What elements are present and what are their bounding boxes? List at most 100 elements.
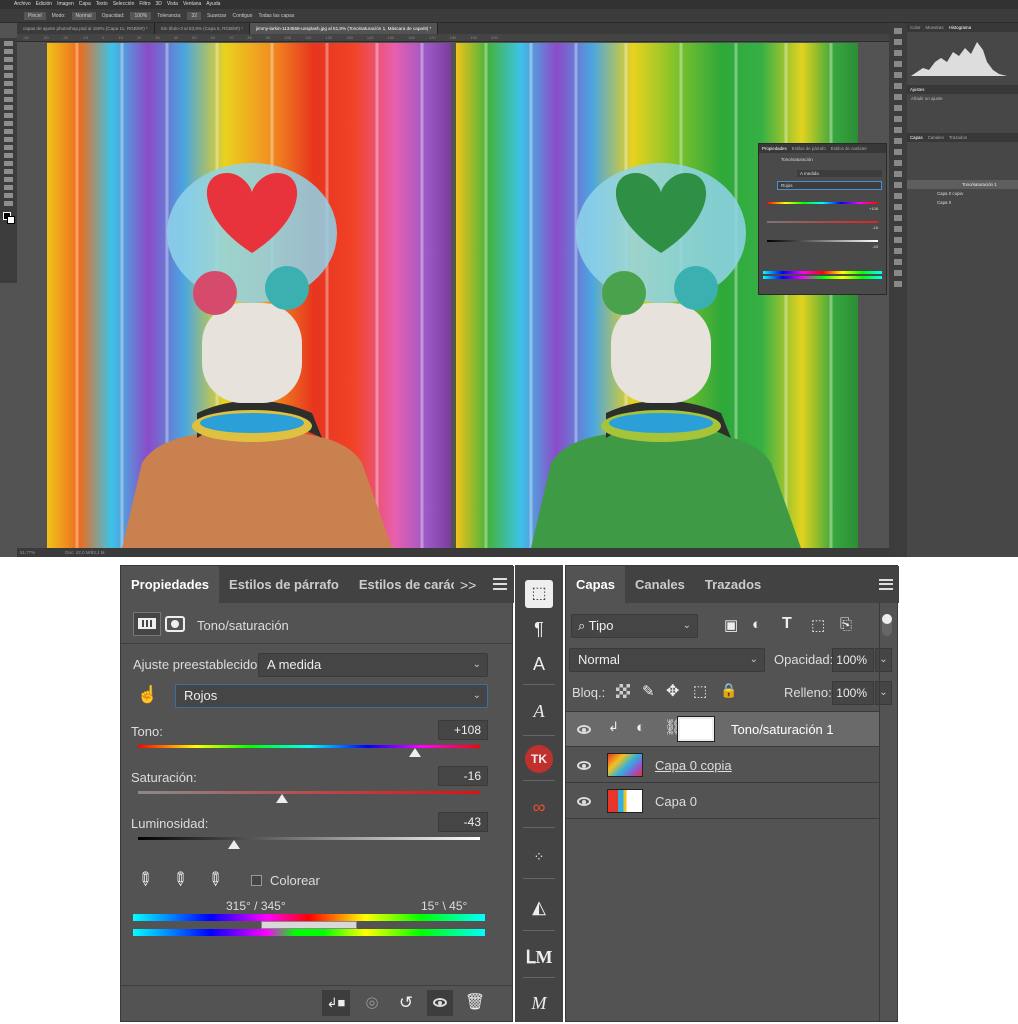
canvas-original[interactable] xyxy=(47,43,451,548)
menu-capa[interactable]: Capa xyxy=(79,0,91,9)
menu-vista[interactable]: Vista xyxy=(167,0,178,9)
mini-layer-tono[interactable]: Tono/saturación 1 xyxy=(907,180,1018,189)
dock-icon[interactable] xyxy=(894,259,902,265)
lock-all-icon[interactable]: 🔒 xyxy=(720,682,737,699)
colorize-checkbox[interactable] xyxy=(251,875,262,886)
tab-capas[interactable]: Capas xyxy=(566,566,626,603)
lum-track[interactable] xyxy=(138,837,480,840)
color-swatches[interactable] xyxy=(2,212,15,224)
filter-shape-icon[interactable]: ⬚ xyxy=(811,616,825,634)
filter-type-icon[interactable]: T xyxy=(782,615,792,633)
lm-plugin-icon[interactable]: ⅬM xyxy=(525,943,553,971)
lum-slider-thumb[interactable] xyxy=(227,840,240,849)
dock-icon[interactable] xyxy=(894,193,902,199)
contiguous-checkbox[interactable]: Contiguo xyxy=(232,9,252,22)
menu-filtro[interactable]: Filtro xyxy=(139,0,150,9)
dock-icon[interactable] xyxy=(894,226,902,232)
move-tool-icon[interactable] xyxy=(4,41,13,46)
zoom-tool-icon[interactable] xyxy=(4,193,13,198)
tab-estilos-parrafo[interactable]: Estilos de párrafo xyxy=(219,566,349,603)
path-select-icon[interactable] xyxy=(4,169,13,174)
filter-kind-select[interactable]: ⌕ Tipo ⌄ xyxy=(571,614,698,638)
dock-icon[interactable] xyxy=(894,182,902,188)
more-tabs-button[interactable]: >> xyxy=(460,577,476,593)
filter-pixel-icon[interactable]: ▣ xyxy=(724,616,738,634)
panel-menu-icon[interactable] xyxy=(493,578,507,590)
view-previous-state-icon[interactable]: ◎ xyxy=(359,990,385,1016)
type-tool-icon[interactable] xyxy=(4,161,13,166)
lock-pixels-icon[interactable]: ✎ xyxy=(642,682,655,700)
fill-dropdown-icon[interactable]: ⌄ xyxy=(875,681,892,705)
delete-icon[interactable]: 🗑 xyxy=(462,990,488,1016)
hand-tool-icon[interactable] xyxy=(4,185,13,190)
mini-tab-canales[interactable]: Canales xyxy=(928,133,944,142)
sat-slider-thumb[interactable] xyxy=(275,794,288,803)
shape-plugin-icon[interactable]: ◭ xyxy=(525,893,553,921)
float-tab-parrafo[interactable]: Estilos de párrafo xyxy=(792,144,826,153)
opacity-field[interactable]: 100% xyxy=(832,648,874,672)
menu-archivo[interactable]: Archivo xyxy=(14,0,31,9)
dock-icon[interactable] xyxy=(894,72,902,78)
adjustment-icons[interactable] xyxy=(907,103,1018,133)
quick-select-tool-icon[interactable] xyxy=(4,65,13,70)
targeted-adjust-hand-icon[interactable]: ☝ xyxy=(137,685,158,707)
dock-icon[interactable] xyxy=(894,61,902,67)
sat-field[interactable]: -16 xyxy=(438,766,488,786)
filter-adjustment-icon[interactable]: ◐ xyxy=(752,616,761,633)
eyedropper-minus-icon[interactable]: ✎ xyxy=(202,867,227,893)
eyedropper-icon[interactable]: ✎ xyxy=(132,867,157,893)
menu-ayuda[interactable]: Ayuda xyxy=(206,0,220,9)
dock-icon[interactable] xyxy=(894,138,902,144)
blur-tool-icon[interactable] xyxy=(4,137,13,142)
dodge-tool-icon[interactable] xyxy=(4,145,13,150)
layer-row-capa0-copia[interactable]: Capa 0 copia xyxy=(566,748,879,783)
filter-smart-object-icon[interactable]: ⎘ xyxy=(840,616,852,633)
eyedropper-tool-icon[interactable] xyxy=(4,81,13,86)
tab-ajustes[interactable]: Ajustes xyxy=(910,85,924,94)
preset-select[interactable]: A medida ⌄ xyxy=(258,653,488,677)
zoom-readout[interactable]: 51,77% xyxy=(20,548,35,557)
lasso-tool-icon[interactable] xyxy=(4,57,13,62)
menu-edicion[interactable]: Edición xyxy=(36,0,52,9)
eye-icon[interactable] xyxy=(577,797,591,806)
dock-icon[interactable] xyxy=(894,248,902,254)
menu-seleccion[interactable]: Selección xyxy=(113,0,135,9)
dock-icon[interactable] xyxy=(894,28,902,34)
filter-toggle[interactable] xyxy=(882,614,892,636)
dock-icon[interactable] xyxy=(894,237,902,243)
lock-transparency-icon[interactable] xyxy=(616,684,630,698)
dock-icon[interactable] xyxy=(894,215,902,221)
doc-tab-1[interactable]: capas de ajuste photoshop.psd al 150% (C… xyxy=(17,23,155,34)
canvas-adjusted[interactable] xyxy=(456,43,858,548)
tab-histograma[interactable]: Histograma xyxy=(949,23,971,32)
tk-plugin-icon[interactable]: TK xyxy=(525,745,553,773)
libraries-icon[interactable]: ⬚ xyxy=(525,580,553,608)
opacity-field[interactable]: 100% xyxy=(130,12,152,20)
doc-tab-3[interactable]: jimmy-larkin-1134558-unsplash.jpg al 51,… xyxy=(250,23,439,34)
dock-icon[interactable] xyxy=(894,39,902,45)
opacity-dropdown-icon[interactable]: ⌄ xyxy=(875,648,892,672)
fill-field[interactable]: 100% xyxy=(832,681,874,705)
float-tab-caracter[interactable]: Estilos de carácter xyxy=(831,144,867,153)
crop-tool-icon[interactable] xyxy=(4,73,13,78)
dock-icon[interactable] xyxy=(894,149,902,155)
stamp-tool-icon[interactable] xyxy=(4,105,13,110)
blend-mode-select[interactable]: Normal ⌄ xyxy=(569,648,765,672)
shape-tool-icon[interactable] xyxy=(4,177,13,182)
mode-select[interactable]: Normal xyxy=(71,12,96,20)
menu-texto[interactable]: Texto xyxy=(96,0,108,9)
eye-icon[interactable] xyxy=(577,725,591,734)
m-plugin-icon[interactable]: M xyxy=(525,989,553,1017)
tab-propiedades[interactable]: Propiedades xyxy=(121,566,220,603)
lock-position-icon[interactable]: ✥ xyxy=(666,681,679,701)
preset-picker[interactable]: Pincel xyxy=(24,12,46,20)
dock-icon[interactable] xyxy=(894,204,902,210)
edit-toolbar-icon[interactable] xyxy=(4,201,13,206)
layer-row-capa0[interactable]: Capa 0 xyxy=(566,784,879,819)
doc-tab-2[interactable]: Sin título-3 al 63,9% (Capa 6, RGB/8#) * xyxy=(155,23,251,34)
channel-select[interactable]: Rojos ⌄ xyxy=(175,684,488,708)
layers-menu-icon[interactable] xyxy=(879,579,893,590)
mini-tab-capas[interactable]: Capas xyxy=(910,133,923,142)
mini-layer-capa0[interactable]: Capa 0 xyxy=(907,198,1018,207)
dock-icon[interactable] xyxy=(894,160,902,166)
